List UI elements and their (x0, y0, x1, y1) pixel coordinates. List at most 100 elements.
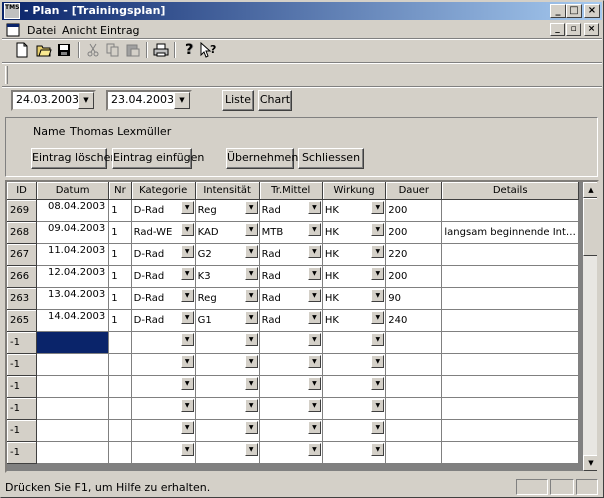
context-help-icon[interactable]: ? (200, 41, 218, 59)
cell-int[interactable]: G2 ▼ (195, 243, 260, 266)
cell-dauer[interactable] (385, 375, 443, 398)
maximize-button[interactable]: □ (566, 4, 582, 18)
chevron-down-icon[interactable]: ▼ (244, 222, 258, 236)
chevron-down-icon[interactable]: ▼ (244, 244, 258, 258)
cell-wirk[interactable]: ▼ (322, 375, 387, 398)
cell-mittel[interactable]: Rad ▼ (259, 243, 323, 266)
cell-date[interactable]: 11.04.2003 (36, 243, 110, 266)
chevron-down-icon[interactable]: ▼ (244, 310, 258, 324)
cell-wirk[interactable]: HK ▼ (322, 243, 387, 266)
cell-details[interactable] (441, 331, 579, 354)
cell-kat[interactable]: ▼ (131, 353, 196, 376)
chevron-down-icon[interactable]: ▼ (371, 200, 385, 214)
cell-details[interactable] (441, 353, 579, 376)
cell-int[interactable]: KAD ▼ (195, 221, 260, 244)
header-dauer[interactable]: Dauer (385, 182, 443, 200)
cell-wirk[interactable]: ▼ (322, 419, 387, 442)
cell-int[interactable]: ▼ (195, 441, 260, 464)
apply-button[interactable]: Übernehmen (226, 148, 298, 169)
table-row[interactable]: 265 14.04.2003 1 D-Rad ▼ G1 ▼ Rad ▼ HK ▼ 240 (7, 309, 579, 332)
chevron-down-icon[interactable]: ▼ (307, 266, 321, 280)
cell-nr[interactable]: 1 (108, 309, 132, 332)
cell-kat[interactable]: ▼ (131, 397, 196, 420)
chevron-down-icon[interactable]: ▼ (180, 332, 194, 346)
mdi-close-button[interactable]: × (584, 23, 599, 36)
cell-date[interactable]: 08.04.2003 (36, 199, 110, 222)
cell-wirk[interactable]: HK ▼ (322, 199, 387, 222)
cell-details[interactable] (441, 265, 579, 288)
cell-int[interactable]: ▼ (195, 419, 260, 442)
cell-kat[interactable]: ▼ (131, 419, 196, 442)
header-intensitaet[interactable]: Intensität (195, 182, 260, 200)
chevron-down-icon[interactable]: ▼ (180, 222, 194, 236)
table-row[interactable]: -1 ▼ ▼ ▼ ▼ (7, 331, 579, 354)
chevron-down-icon[interactable]: ▼ (307, 398, 321, 412)
cell-kat[interactable]: ▼ (131, 375, 196, 398)
table-row[interactable]: -1 ▼ ▼ ▼ ▼ (7, 375, 579, 398)
table-row[interactable]: 267 11.04.2003 1 D-Rad ▼ G2 ▼ Rad ▼ HK ▼ 220 (7, 243, 579, 266)
cell-int[interactable]: Reg ▼ (195, 199, 260, 222)
cell-mittel[interactable]: ▼ (259, 353, 323, 376)
cell-nr[interactable] (108, 419, 132, 442)
cell-wirk[interactable]: ▼ (322, 331, 387, 354)
cell-details[interactable] (441, 419, 579, 442)
help-icon[interactable]: ? (180, 41, 198, 59)
cell-dauer[interactable]: 220 (385, 243, 443, 266)
table-row[interactable]: 266 12.04.2003 1 D-Rad ▼ K3 ▼ Rad ▼ HK ▼ 200 (7, 265, 579, 288)
cell-mittel[interactable]: Rad ▼ (259, 265, 323, 288)
cell-dauer[interactable]: 90 (385, 287, 443, 310)
cell-int[interactable]: Reg ▼ (195, 287, 260, 310)
chevron-down-icon[interactable]: ▼ (244, 398, 258, 412)
chevron-down-icon[interactable]: ▼ (371, 442, 385, 456)
chevron-down-icon[interactable]: ▼ (371, 244, 385, 258)
cell-details[interactable] (441, 397, 579, 420)
cell-mittel[interactable]: Rad ▼ (259, 199, 323, 222)
cell-details[interactable] (441, 375, 579, 398)
cell-date[interactable] (36, 397, 110, 420)
chevron-down-icon[interactable]: ▼ (307, 442, 321, 456)
cell-kat[interactable]: Rad-WE ▼ (131, 221, 196, 244)
chevron-down-icon[interactable]: ▼ (371, 222, 385, 236)
cell-wirk[interactable]: HK ▼ (322, 287, 387, 310)
cell-nr[interactable]: 1 (108, 265, 132, 288)
cell-kat[interactable]: D-Rad ▼ (131, 287, 196, 310)
header-trmittel[interactable]: Tr.Mittel (259, 182, 323, 200)
cell-mittel[interactable]: Rad ▼ (259, 287, 323, 310)
cell-dauer[interactable] (385, 419, 443, 442)
chevron-down-icon[interactable]: ▼ (307, 420, 321, 434)
cell-details[interactable] (441, 199, 579, 222)
cell-details[interactable]: langsam beginnende Int… (441, 221, 579, 244)
open-folder-icon[interactable] (35, 41, 53, 59)
chevron-down-icon[interactable]: ▼ (371, 332, 385, 346)
header-kategorie[interactable]: Kategorie (131, 182, 196, 200)
chevron-down-icon[interactable]: ▼ (180, 376, 194, 390)
header-wirkung[interactable]: Wirkung (322, 182, 387, 200)
table-row[interactable]: -1 ▼ ▼ ▼ ▼ (7, 419, 579, 442)
chevron-down-icon[interactable]: ▼ (307, 376, 321, 390)
header-nr[interactable]: Nr (108, 182, 132, 200)
cell-date[interactable]: 13.04.2003 (36, 287, 110, 310)
chevron-down-icon[interactable]: ▼ (307, 288, 321, 302)
cell-kat[interactable]: ▼ (131, 331, 196, 354)
mdi-minimize-button[interactable]: _ (550, 23, 565, 36)
minimize-button[interactable]: _ (550, 4, 566, 18)
vertical-scrollbar[interactable]: ▲ ▼ (583, 182, 597, 471)
cell-dauer[interactable] (385, 441, 443, 464)
cut-icon[interactable] (84, 41, 102, 59)
chevron-down-icon[interactable]: ▼ (180, 266, 194, 280)
app-icon[interactable]: TMS (4, 3, 20, 19)
cell-nr[interactable] (108, 331, 132, 354)
cell-details[interactable] (441, 287, 579, 310)
document-icon[interactable] (6, 23, 20, 37)
paste-icon[interactable] (124, 41, 142, 59)
menu-anicht[interactable]: Anicht (62, 24, 97, 37)
close-form-button[interactable]: Schliessen (298, 148, 364, 169)
cell-int[interactable]: ▼ (195, 397, 260, 420)
cell-nr[interactable] (108, 375, 132, 398)
chevron-down-icon[interactable]: ▼ (244, 288, 258, 302)
cell-details[interactable] (441, 309, 579, 332)
cell-wirk[interactable]: ▼ (322, 353, 387, 376)
cell-date[interactable] (36, 353, 110, 376)
cell-kat[interactable]: D-Rad ▼ (131, 309, 196, 332)
cell-nr[interactable] (108, 397, 132, 420)
